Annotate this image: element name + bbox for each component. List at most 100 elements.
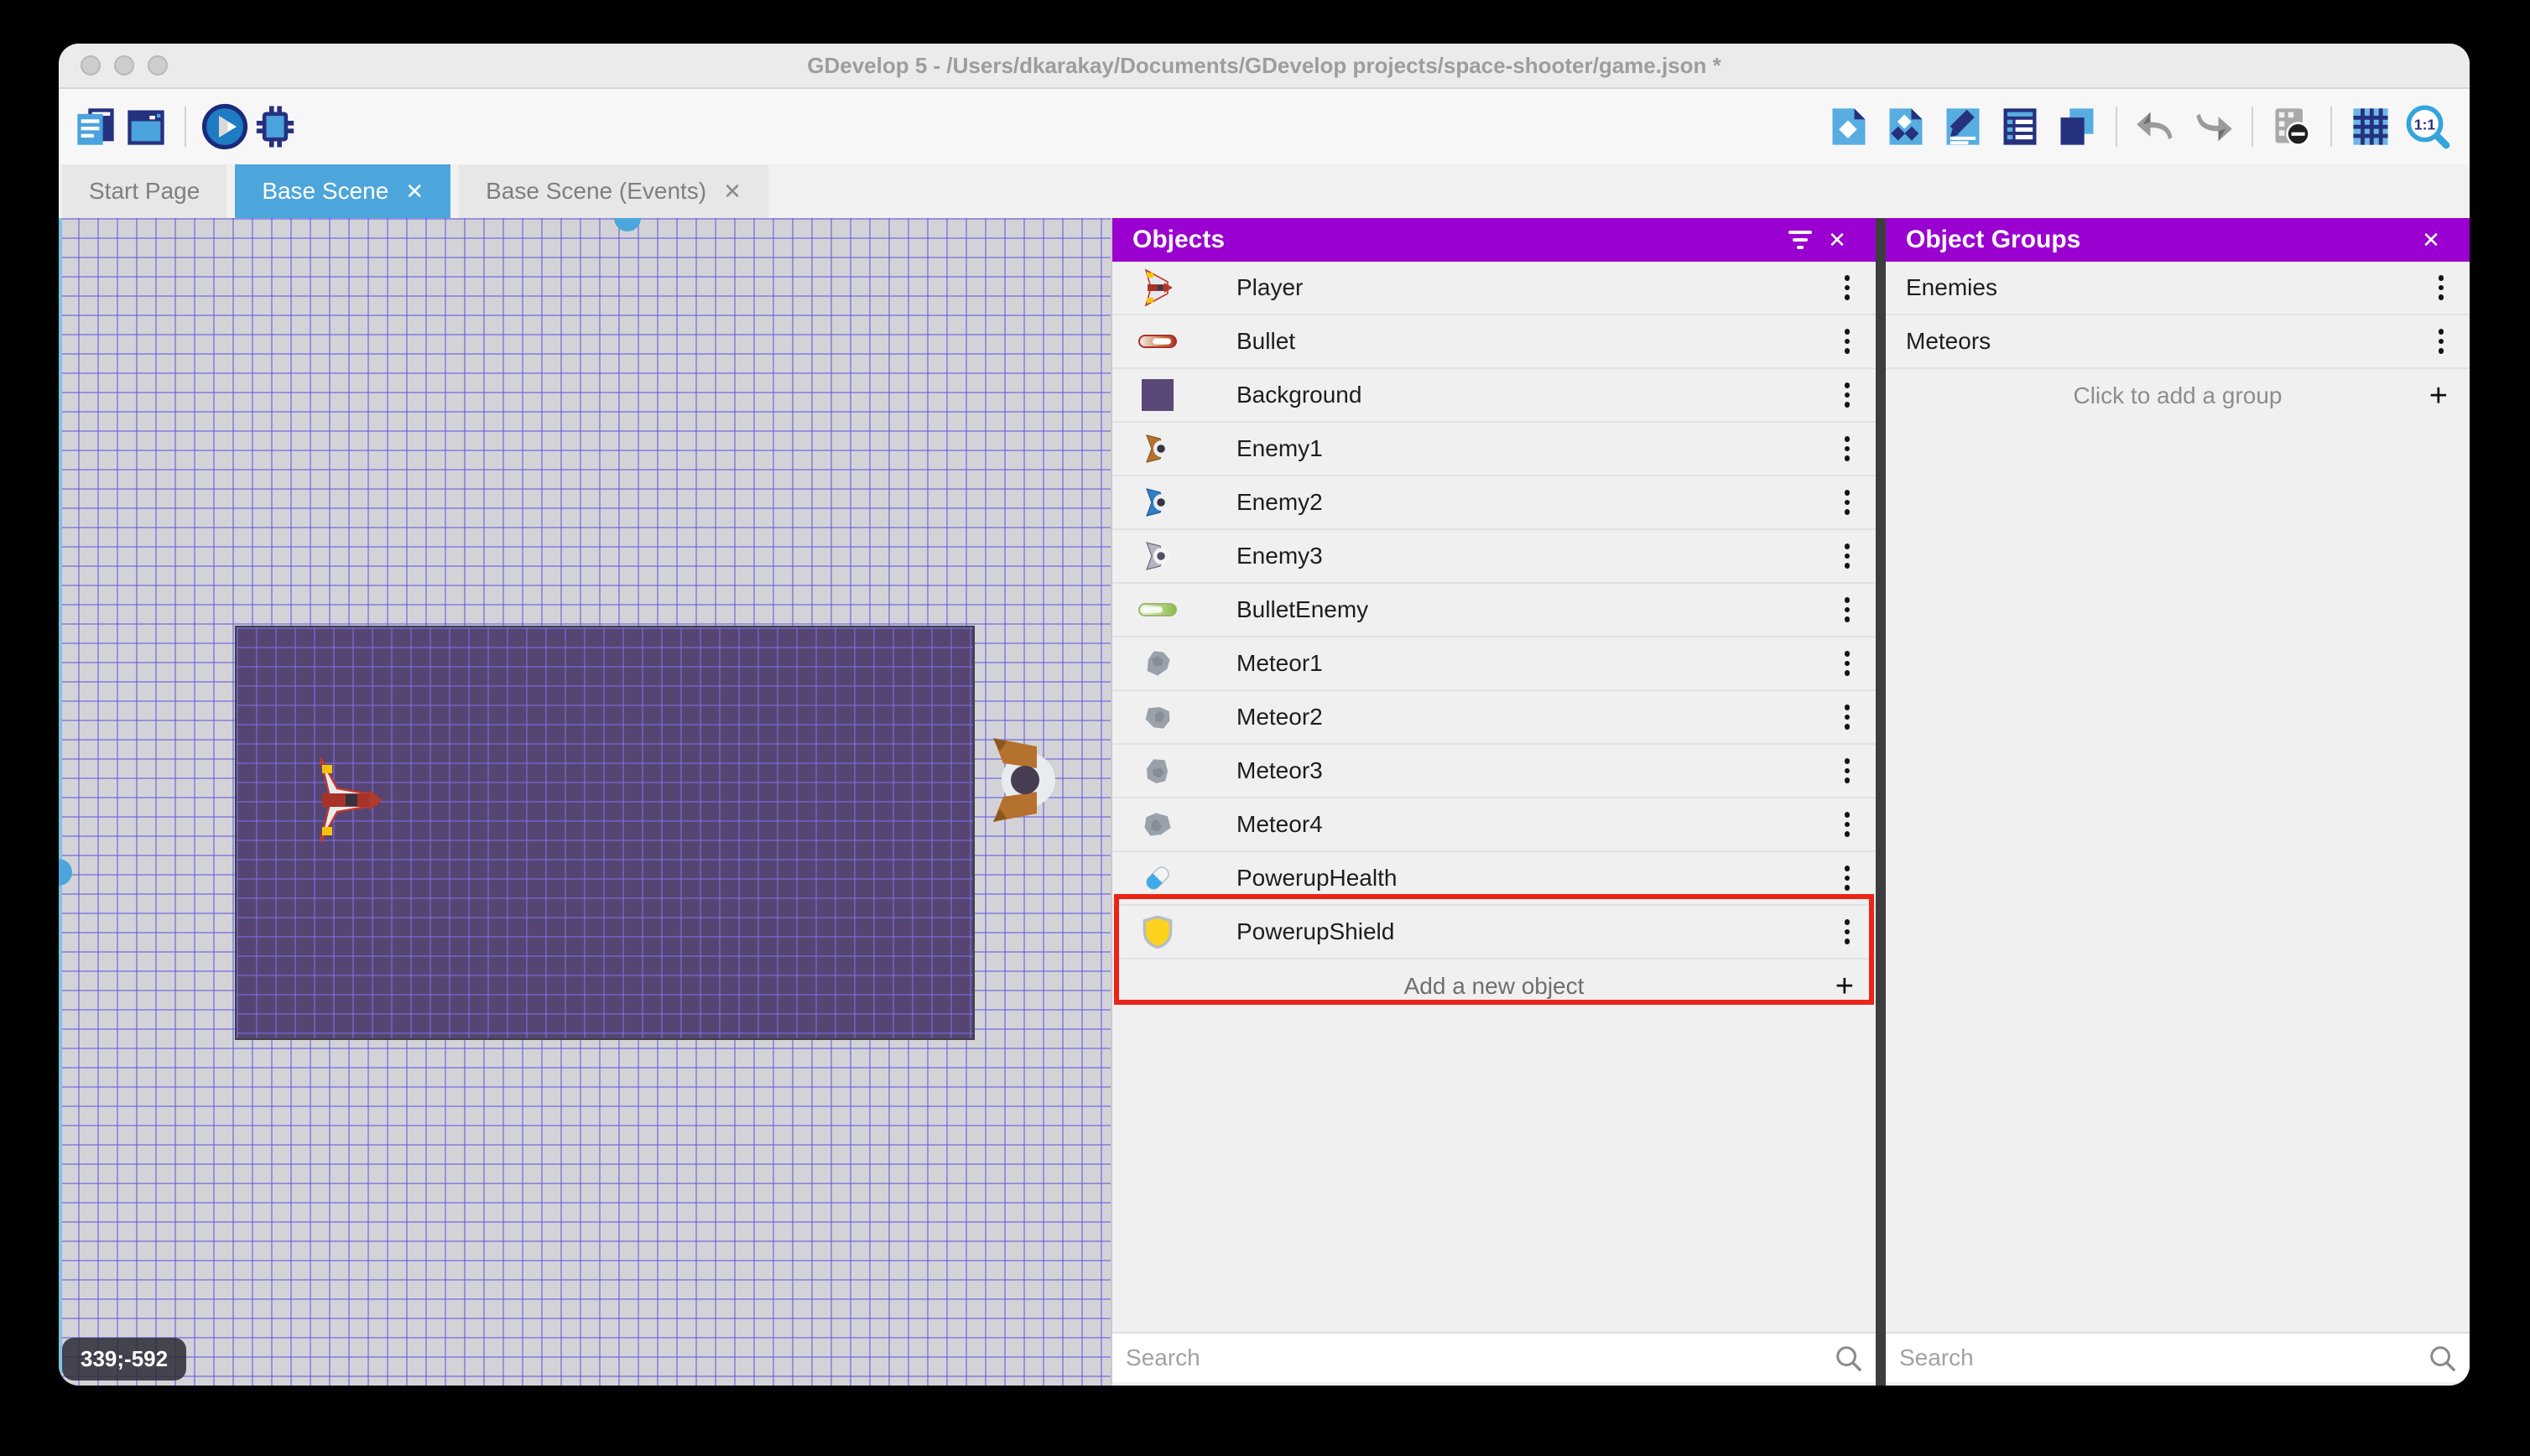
object-row-bullet[interactable]: Bullet <box>1112 315 1876 369</box>
close-object-groups-panel-button[interactable]: ✕ <box>2413 221 2449 258</box>
project-manager-button[interactable] <box>70 101 121 152</box>
edit-scene-properties-button[interactable] <box>1938 101 1988 152</box>
filter-icon <box>1788 231 1812 249</box>
object-menu-button[interactable] <box>1829 798 1866 850</box>
tab-base-scene[interactable]: Base Scene ✕ <box>235 164 451 218</box>
zoom-window-button[interactable] <box>148 55 168 75</box>
close-tab-icon[interactable]: ✕ <box>405 179 424 205</box>
undo-icon <box>2137 112 2173 140</box>
objects-search-input[interactable] <box>1126 1344 1824 1371</box>
object-groups-searchbar <box>1886 1332 2470 1382</box>
object-row-powenruphealth[interactable]: PowerupHealth <box>1112 852 1876 906</box>
add-object-button[interactable] <box>1824 101 1874 152</box>
filter-objects-button[interactable] <box>1782 221 1819 258</box>
instances-list-button[interactable] <box>1995 101 2045 152</box>
object-row-enemy3[interactable]: Enemy3 <box>1112 530 1876 584</box>
object-groups-list: Enemies Meteors Click to add a group + <box>1886 262 2470 1332</box>
mask-hide-icon <box>2275 108 2310 146</box>
meteor-icon <box>1134 747 1181 794</box>
traffic-lights <box>81 44 168 87</box>
object-row-meteor2[interactable]: Meteor2 <box>1112 691 1876 745</box>
app-window: GDevelop 5 - /Users/dkarakay/Documents/G… <box>59 44 2470 1386</box>
object-menu-button[interactable] <box>1829 745 1866 797</box>
object-row-player[interactable]: Player <box>1112 262 1876 315</box>
tab-start-page[interactable]: Start Page <box>62 164 227 218</box>
object-menu-button[interactable] <box>1829 852 1866 904</box>
object-row-meteor3[interactable]: Meteor3 <box>1112 745 1876 798</box>
bullet-green-icon <box>1134 586 1181 633</box>
minimize-window-button[interactable] <box>114 55 134 75</box>
object-groups-panel: Object Groups ✕ Enemies Meteors Click to… <box>1886 218 2470 1386</box>
group-menu-button[interactable] <box>2423 262 2460 314</box>
canvas-top-scroll-thumb[interactable] <box>614 218 641 231</box>
object-row-meteor1[interactable]: Meteor1 <box>1112 637 1876 691</box>
render-options-button[interactable] <box>2267 101 2317 152</box>
tab-base-scene-events[interactable]: Base Scene (Events) ✕ <box>459 164 768 218</box>
close-window-button[interactable] <box>81 55 101 75</box>
redo-icon <box>2196 113 2232 142</box>
object-row-background[interactable]: Background <box>1112 369 1876 423</box>
window-icon <box>128 110 164 145</box>
undo-button[interactable] <box>2131 101 2181 152</box>
object-menu-button[interactable] <box>1829 315 1866 367</box>
add-group-row[interactable]: Click to add a group + <box>1886 369 2470 423</box>
object-menu-button[interactable] <box>1829 584 1866 636</box>
bullet-icon <box>1134 318 1181 365</box>
canvas-left-scrollbar[interactable] <box>59 218 62 1386</box>
object-groups-panel-title: Object Groups <box>1906 226 2081 253</box>
object-menu-button[interactable] <box>1829 262 1866 314</box>
objects-searchbar <box>1112 1332 1876 1382</box>
object-row-enemy1[interactable]: Enemy1 <box>1112 423 1876 476</box>
toolbar-separator <box>2116 107 2117 147</box>
meteor-icon <box>1134 640 1181 687</box>
redo-button[interactable] <box>2188 101 2238 152</box>
object-menu-button[interactable] <box>1829 369 1866 421</box>
player-ship-instance[interactable] <box>314 755 384 845</box>
enemy-ship-instance[interactable] <box>983 731 1060 829</box>
object-menu-button[interactable] <box>1829 906 1866 958</box>
debug-button[interactable] <box>250 101 300 152</box>
add-group-plus-icon[interactable]: + <box>2429 380 2448 412</box>
meteor-icon <box>1134 694 1181 741</box>
play-icon <box>201 103 248 150</box>
object-groups-search-input[interactable] <box>1899 1344 2418 1371</box>
close-objects-panel-button[interactable]: ✕ <box>1819 221 1856 258</box>
close-tab-icon[interactable]: ✕ <box>723 179 742 205</box>
meteor-icon <box>1134 801 1181 848</box>
scene-canvas[interactable]: 339;-592 <box>59 218 1111 1386</box>
layers-icon <box>2060 108 2094 145</box>
debugger-chip-icon <box>256 106 294 148</box>
object-row-powerupshield[interactable]: PowerupShield <box>1112 906 1876 959</box>
search-icon <box>2430 1346 2455 1371</box>
group-row-meteors[interactable]: Meteors <box>1886 315 2470 369</box>
object-row-enemy2[interactable]: Enemy2 <box>1112 476 1876 530</box>
object-groups-icon <box>1889 108 1923 145</box>
toolbar-separator <box>2251 107 2253 147</box>
health-pill-icon <box>1134 855 1181 902</box>
object-menu-button[interactable] <box>1829 637 1866 689</box>
canvas-left-scroll-thumb[interactable] <box>59 859 72 886</box>
start-page-button[interactable] <box>121 101 171 152</box>
object-menu-button[interactable] <box>1829 691 1866 743</box>
object-menu-button[interactable] <box>1829 530 1866 582</box>
panel-resize-handle[interactable] <box>1876 218 1886 1386</box>
object-row-meteor4[interactable]: Meteor4 <box>1112 798 1876 852</box>
background-tile-icon <box>1134 372 1181 419</box>
edit-pencil-icon <box>1946 108 1980 145</box>
object-menu-button[interactable] <box>1829 476 1866 528</box>
grid-button[interactable] <box>2345 101 2396 152</box>
add-object-plus-icon[interactable]: + <box>1835 970 1854 1002</box>
group-menu-button[interactable] <box>2423 315 2460 367</box>
play-preview-button[interactable] <box>200 101 250 152</box>
zoom-original-button[interactable]: 1:1 <box>2402 101 2453 152</box>
object-icon <box>1832 108 1866 145</box>
titlebar: GDevelop 5 - /Users/dkarakay/Documents/G… <box>59 44 2470 89</box>
object-groups-button[interactable] <box>1881 101 1931 152</box>
layers-button[interactable] <box>2052 101 2102 152</box>
objects-panel-header: Objects ✕ <box>1112 218 1876 262</box>
group-row-enemies[interactable]: Enemies <box>1886 262 2470 315</box>
add-object-row[interactable]: Add a new object + <box>1112 959 1876 1013</box>
object-row-bulletenemy[interactable]: BulletEnemy <box>1112 584 1876 637</box>
zoom-1-1-icon: 1:1 <box>2406 105 2450 149</box>
object-menu-button[interactable] <box>1829 423 1866 475</box>
